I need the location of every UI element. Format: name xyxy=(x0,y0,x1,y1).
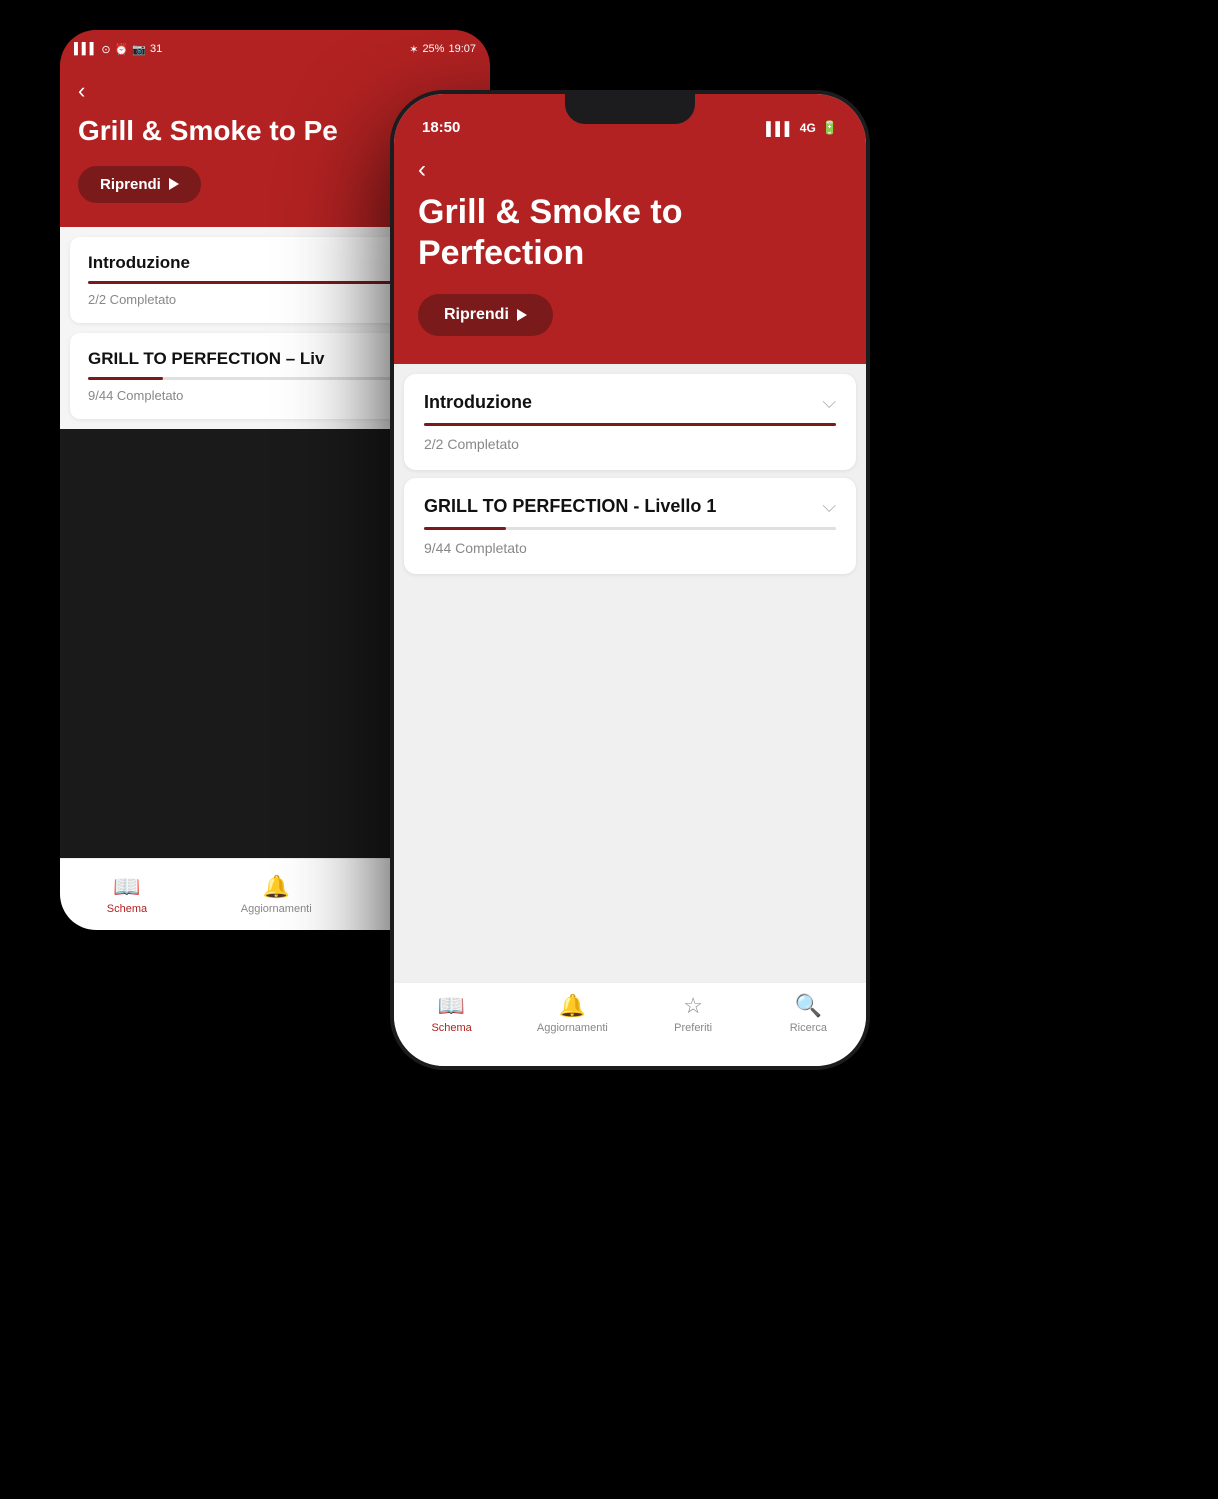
iphone-content: Introduzione ⌵ 2/2 Completato GRILL TO P… xyxy=(394,364,866,982)
iphone-section-2-progress-label: 9/44 Completato xyxy=(424,540,836,556)
alarm-icon: ⏰ xyxy=(115,43,129,56)
android-nav-aggiornamenti[interactable]: 🔔 Aggiornamenti xyxy=(241,874,312,915)
iphone-section-1[interactable]: Introduzione ⌵ 2/2 Completato xyxy=(404,374,856,470)
iphone-play-icon xyxy=(517,309,527,321)
iphone-section-1-progress-bar xyxy=(424,423,836,426)
android-section-2-progress-fill xyxy=(88,377,163,380)
iphone-status-right: ▌▌▌ 4G 🔋 xyxy=(766,120,838,136)
iphone-section-2-title: GRILL TO PERFECTION - Livello 1 xyxy=(424,496,716,517)
iphone-nav-ricerca[interactable]: 🔍 Ricerca xyxy=(778,993,838,1034)
iphone-header: ‹ Grill & Smoke to Perfection Riprendi xyxy=(394,144,866,364)
iphone-nav-aggiornamenti-label: Aggiornamenti xyxy=(537,1022,608,1034)
iphone-notch xyxy=(565,94,695,124)
android-play-icon xyxy=(169,178,179,190)
iphone-search-icon: 🔍 xyxy=(795,993,822,1019)
iphone-nav-schema[interactable]: 📖 Schema xyxy=(422,993,482,1034)
scene: ▌▌▌ ⊙ ⏰ 📷 31 ✶ 25% 19:07 ‹ Grill & Smoke… xyxy=(0,0,1218,1499)
iphone-nav-preferiti[interactable]: ☆ Preferiti xyxy=(663,993,723,1034)
iphone-section-2-progress-bar xyxy=(424,527,836,530)
iphone-network-icon: 4G xyxy=(800,121,816,135)
iphone-status-bar: 18:50 ▌▌▌ 4G 🔋 xyxy=(394,94,866,144)
iphone-section-2-progress-fill xyxy=(424,527,506,530)
android-battery: 25% xyxy=(422,43,444,55)
iphone-nav-schema-label: Schema xyxy=(431,1022,471,1034)
android-resume-label: Riprendi xyxy=(100,176,161,193)
iphone-signal-icon: ▌▌▌ xyxy=(766,121,794,136)
iphone-bottom-nav: 📖 Schema 🔔 Aggiornamenti ☆ Preferiti 🔍 R… xyxy=(394,982,866,1066)
iphone-star-icon: ☆ xyxy=(683,993,703,1019)
iphone-phone: 18:50 ▌▌▌ 4G 🔋 ‹ Grill & Smoke to Perfec… xyxy=(390,90,870,1070)
android-bell-icon: 🔔 xyxy=(263,874,290,900)
android-nav-aggiornamenti-label: Aggiornamenti xyxy=(241,903,312,915)
signal-icon: ▌▌▌ xyxy=(74,43,97,55)
android-status-left: ▌▌▌ ⊙ ⏰ 📷 31 xyxy=(74,43,162,56)
iphone-battery-icon: 🔋 xyxy=(822,120,838,136)
iphone-resume-label: Riprendi xyxy=(444,306,509,324)
iphone-nav-aggiornamenti[interactable]: 🔔 Aggiornamenti xyxy=(537,993,608,1034)
calendar-icon: 31 xyxy=(150,43,162,55)
iphone-inner: 18:50 ▌▌▌ 4G 🔋 ‹ Grill & Smoke to Perfec… xyxy=(394,94,866,1066)
iphone-section-1-progress-label: 2/2 Completato xyxy=(424,436,836,452)
android-nav-schema[interactable]: 📖 Schema xyxy=(107,874,147,915)
iphone-section-1-chevron: ⌵ xyxy=(822,392,836,413)
iphone-course-title: Grill & Smoke to Perfection xyxy=(418,192,842,274)
iphone-time: 18:50 xyxy=(422,119,460,136)
iphone-section-2-chevron: ⌵ xyxy=(822,496,836,517)
iphone-back-button[interactable]: ‹ xyxy=(418,156,842,184)
iphone-section-2[interactable]: GRILL TO PERFECTION - Livello 1 ⌵ 9/44 C… xyxy=(404,478,856,574)
android-schema-icon: 📖 xyxy=(113,874,140,900)
iphone-section-1-progress-fill xyxy=(424,423,836,426)
android-status-right: ✶ 25% 19:07 xyxy=(409,43,476,56)
android-time: 19:07 xyxy=(448,43,476,55)
iphone-section-2-header: GRILL TO PERFECTION - Livello 1 ⌵ xyxy=(424,496,836,517)
android-resume-button[interactable]: Riprendi xyxy=(78,166,201,203)
iphone-schema-icon: 📖 xyxy=(438,993,465,1019)
android-status-bar: ▌▌▌ ⊙ ⏰ 📷 31 ✶ 25% 19:07 xyxy=(60,30,490,68)
iphone-section-1-header: Introduzione ⌵ xyxy=(424,392,836,413)
camera-icon: 📷 xyxy=(132,43,146,56)
wifi-icon: ⊙ xyxy=(101,43,110,56)
iphone-nav-ricerca-label: Ricerca xyxy=(790,1022,827,1034)
iphone-section-1-title: Introduzione xyxy=(424,392,532,413)
iphone-nav-preferiti-label: Preferiti xyxy=(674,1022,712,1034)
iphone-bell-icon: 🔔 xyxy=(559,993,586,1019)
android-nav-schema-label: Schema xyxy=(107,903,147,915)
iphone-resume-button[interactable]: Riprendi xyxy=(418,294,553,336)
bluetooth-icon: ✶ xyxy=(409,43,418,56)
